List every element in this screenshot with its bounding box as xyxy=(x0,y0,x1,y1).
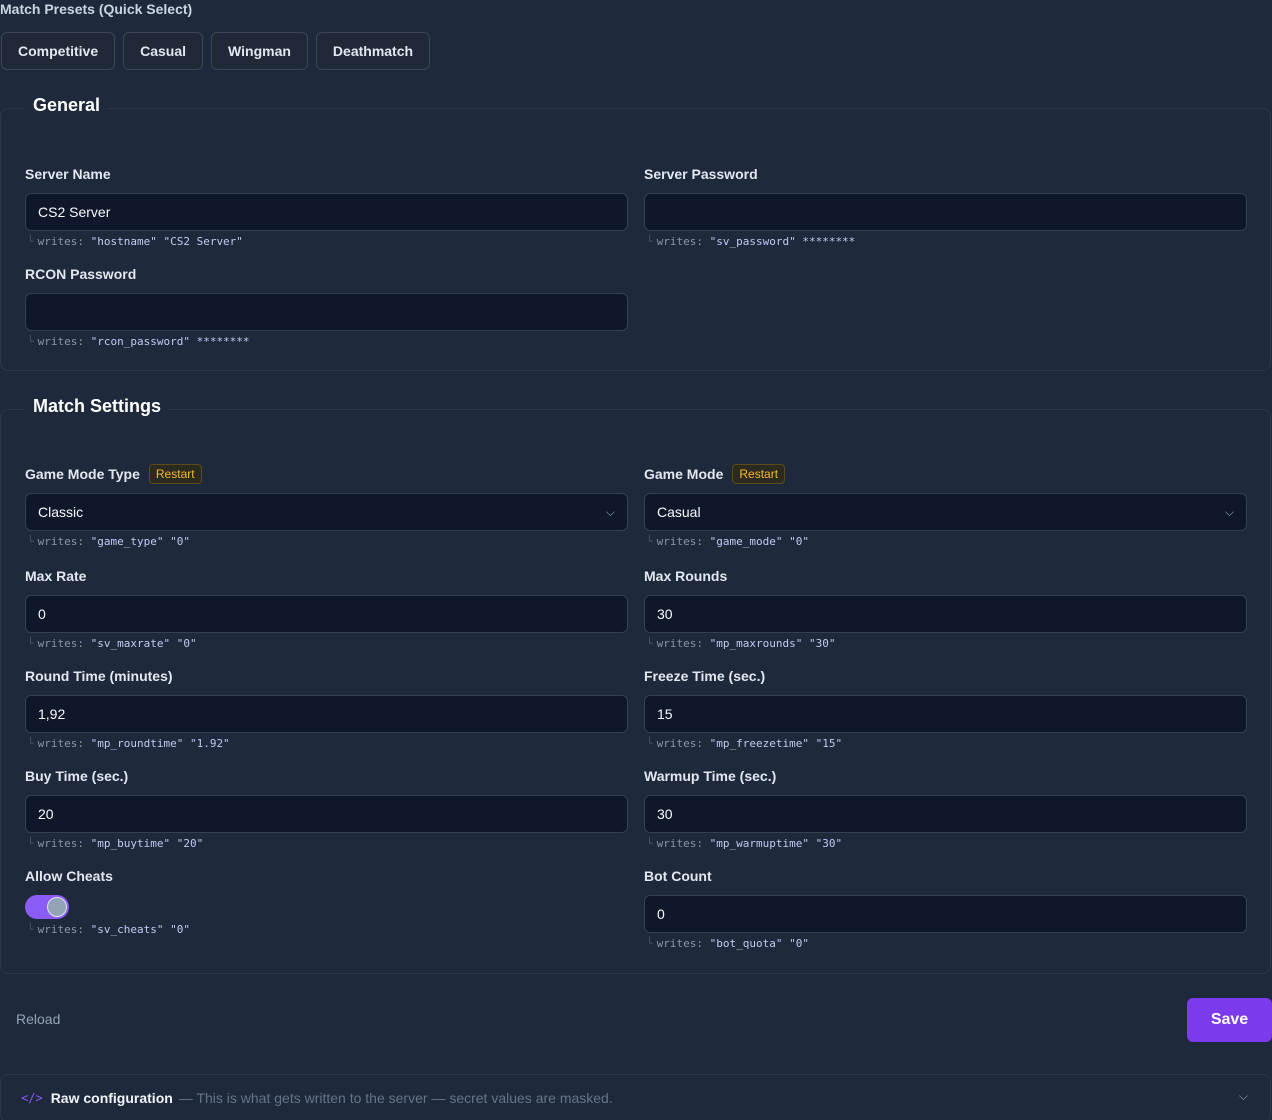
round-time-label: Round Time (minutes) xyxy=(25,668,173,684)
game-mode-label: Game Mode xyxy=(644,466,724,482)
buy-time-input[interactable]: 20 xyxy=(25,795,628,833)
warmup-time-field: Warmup Time (sec.) 30 └ writes: "mp_warmu… xyxy=(644,765,1247,850)
game-mode-value: Casual xyxy=(657,504,701,520)
rcon-password-input[interactable] xyxy=(25,293,628,331)
buy-time-field: Buy Time (sec.) 20 └ writes: "mp_buytime"… xyxy=(25,765,628,850)
allow-cheats-toggle[interactable] xyxy=(25,895,69,919)
chevron-down-icon[interactable]: ⌵ xyxy=(1239,1089,1248,1104)
preset-wingman-button[interactable]: Wingman xyxy=(211,32,308,70)
server-password-hint: └ writes: "sv_password" ******** xyxy=(646,235,856,248)
buy-time-label: Buy Time (sec.) xyxy=(25,768,129,784)
restart-badge: Restart xyxy=(732,464,786,484)
game-mode-select[interactable]: Casual ⌵ xyxy=(644,493,1247,531)
chevron-down-icon: ⌵ xyxy=(605,504,615,519)
corner-icon: └ xyxy=(27,535,34,548)
corner-icon: └ xyxy=(646,937,653,950)
raw-configuration-description: — This is what gets written to the serve… xyxy=(178,1090,613,1106)
game-mode-type-field: Game Mode Type Restart Classic ⌵ └ writes… xyxy=(25,463,628,548)
match-settings-title: Match Settings xyxy=(25,396,170,417)
max-rounds-input[interactable]: 30 xyxy=(644,595,1247,633)
corner-icon: └ xyxy=(27,637,34,650)
corner-icon: └ xyxy=(27,737,34,750)
game-mode-type-select[interactable]: Classic ⌵ xyxy=(25,493,628,531)
round-time-input[interactable]: 1,92 xyxy=(25,695,628,733)
game-mode-type-value: Classic xyxy=(38,504,84,520)
rcon-password-field: RCON Password └ writes: "rcon_password" *… xyxy=(25,263,628,348)
game-mode-type-hint: └ writes: "game_type" "0" xyxy=(27,535,190,548)
max-rate-field: Max Rate 0 └ writes: "sv_maxrate" "0" xyxy=(25,565,628,650)
bot-count-hint: └ writes: "bot_quota" "0" xyxy=(646,937,809,950)
allow-cheats-field: Allow Cheats └ writes: "sv_cheats" "0" xyxy=(25,865,628,936)
max-rate-input[interactable]: 0 xyxy=(25,595,628,633)
server-name-label: Server Name xyxy=(25,166,111,182)
corner-icon: └ xyxy=(27,923,34,936)
round-time-field: Round Time (minutes) 1,92 └ writes: "mp_r… xyxy=(25,665,628,750)
corner-icon: └ xyxy=(646,535,653,548)
raw-configuration-panel[interactable]: </> Raw configuration — This is what get… xyxy=(0,1074,1271,1120)
freeze-time-hint: └ writes: "mp_freezetime" "15" xyxy=(646,737,843,750)
preset-casual-button[interactable]: Casual xyxy=(123,32,204,70)
server-name-hint: └ writes: "hostname" "CS2 Server" xyxy=(27,235,243,248)
match-settings-section: Match Settings Game Mode Type Restart Cl… xyxy=(0,396,1271,974)
save-button[interactable]: Save xyxy=(1187,998,1272,1042)
max-rounds-hint: └ writes: "mp_maxrounds" "30" xyxy=(646,637,836,650)
presets-label: Match Presets (Quick Select) xyxy=(0,1,193,17)
warmup-time-hint: └ writes: "mp_warmuptime" "30" xyxy=(646,837,843,850)
buy-time-hint: └ writes: "mp_buytime" "20" xyxy=(27,837,204,850)
presets-bar: Competitive Casual Wingman Deathmatch xyxy=(1,32,431,70)
bot-count-input[interactable]: 0 xyxy=(644,895,1247,933)
corner-icon: └ xyxy=(646,235,653,248)
raw-configuration-title: Raw configuration xyxy=(50,1090,173,1106)
game-mode-hint: └ writes: "game_mode" "0" xyxy=(646,535,809,548)
game-mode-field: Game Mode Restart Casual ⌵ └ writes: "gam… xyxy=(644,463,1247,548)
server-config-page: Match Presets (Quick Select) Competitive… xyxy=(0,0,1272,1120)
server-password-input[interactable] xyxy=(644,193,1247,231)
warmup-time-label: Warmup Time (sec.) xyxy=(644,768,777,784)
freeze-time-field: Freeze Time (sec.) 15 └ writes: "mp_freez… xyxy=(644,665,1247,750)
general-section: General Server Name CS2 Server └ writes: … xyxy=(0,95,1271,371)
freeze-time-input[interactable]: 15 xyxy=(644,695,1247,733)
preset-deathmatch-button[interactable]: Deathmatch xyxy=(315,32,431,70)
chevron-down-icon: ⌵ xyxy=(1224,504,1234,519)
corner-icon: └ xyxy=(646,837,653,850)
bot-count-field: Bot Count 0 └ writes: "bot_quota" "0" xyxy=(644,865,1247,950)
max-rounds-field: Max Rounds 30 └ writes: "mp_maxrounds" "3… xyxy=(644,565,1247,650)
rcon-password-label: RCON Password xyxy=(25,266,137,282)
rcon-password-hint: └ writes: "rcon_password" ******** xyxy=(27,335,250,348)
warmup-time-input[interactable]: 30 xyxy=(644,795,1247,833)
freeze-time-label: Freeze Time (sec.) xyxy=(644,668,766,684)
round-time-hint: └ writes: "mp_roundtime" "1.92" xyxy=(27,737,230,750)
server-name-field: Server Name CS2 Server └ writes: "hostnam… xyxy=(25,163,628,248)
max-rate-hint: └ writes: "sv_maxrate" "0" xyxy=(27,637,197,650)
general-section-title: General xyxy=(25,95,109,116)
corner-icon: └ xyxy=(646,637,653,650)
max-rate-label: Max Rate xyxy=(25,568,87,584)
allow-cheats-hint: └ writes: "sv_cheats" "0" xyxy=(27,923,190,936)
corner-icon: └ xyxy=(646,737,653,750)
code-icon: </> xyxy=(21,1091,43,1105)
server-password-field: Server Password └ writes: "sv_password" *… xyxy=(644,163,1247,248)
bot-count-label: Bot Count xyxy=(644,868,712,884)
game-mode-type-label: Game Mode Type xyxy=(25,466,140,482)
corner-icon: └ xyxy=(27,335,34,348)
preset-competitive-button[interactable]: Competitive xyxy=(1,32,116,70)
reload-button[interactable]: Reload xyxy=(16,1011,60,1027)
allow-cheats-label: Allow Cheats xyxy=(25,868,113,884)
restart-badge: Restart xyxy=(148,464,202,484)
corner-icon: └ xyxy=(27,837,34,850)
max-rounds-label: Max Rounds xyxy=(644,568,728,584)
server-password-label: Server Password xyxy=(644,166,758,182)
corner-icon: └ xyxy=(27,235,34,248)
toggle-knob xyxy=(47,897,67,917)
server-name-input[interactable]: CS2 Server xyxy=(25,193,628,231)
